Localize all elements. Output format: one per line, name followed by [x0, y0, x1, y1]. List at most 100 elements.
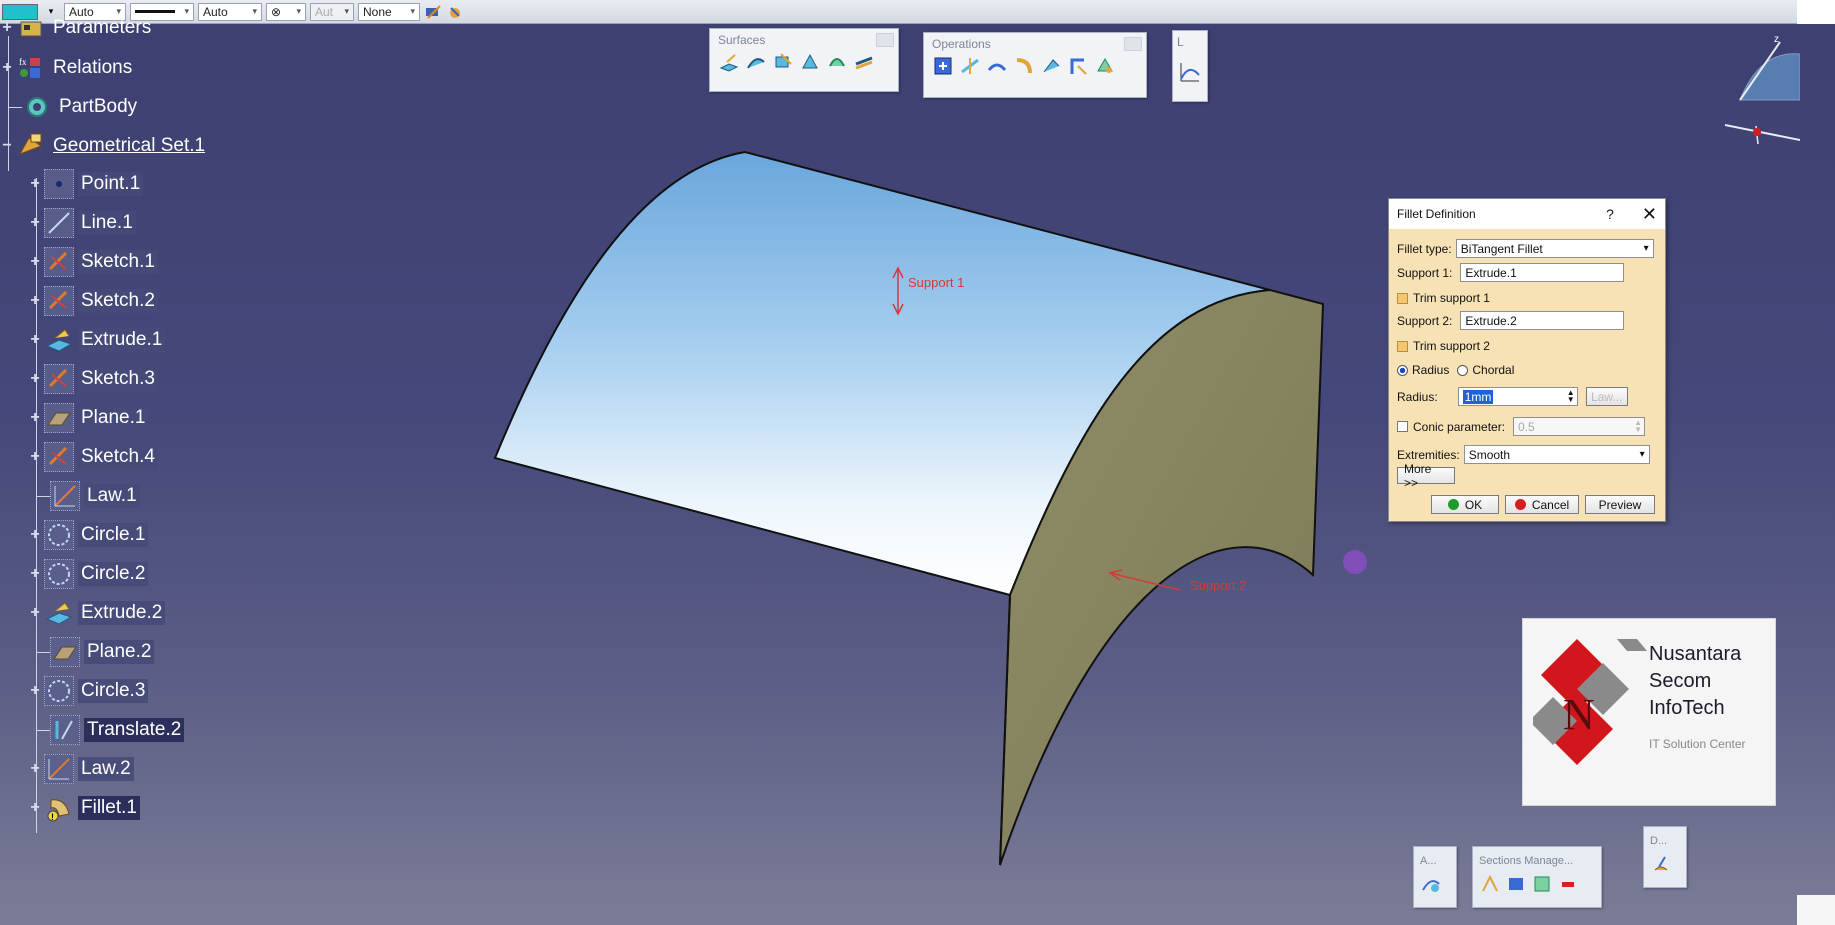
tree-item-law2[interactable]: + Law.2 [28, 753, 134, 785]
close-icon[interactable]: ✕ [1642, 204, 1657, 225]
tree-item-sketch3[interactable]: + Sketch.3 [28, 363, 158, 395]
fillet-type-dropdown[interactable]: BiTangent Fillet ▾ [1455, 239, 1654, 258]
extrude-icon[interactable] [718, 51, 740, 73]
tree-item-circle3[interactable]: + Circle.3 [28, 675, 149, 707]
sections-manager-toolbar[interactable]: Sections Manage... [1472, 846, 1602, 908]
compass-widget[interactable]: z [1720, 30, 1800, 150]
tree-item-translate2[interactable]: Translate.2 [28, 714, 185, 746]
analysis-icon[interactable] [1420, 873, 1442, 895]
translate-icon[interactable] [1040, 55, 1062, 77]
expand-icon[interactable]: + [28, 799, 42, 816]
section-view-icon[interactable] [1531, 873, 1553, 895]
preview-button[interactable]: Preview [1585, 495, 1655, 514]
expand-icon[interactable]: + [28, 214, 42, 231]
operations-toolbar[interactable]: Operations [923, 32, 1147, 98]
line-type-dropdown[interactable]: Auto ▾ [198, 2, 262, 21]
painter-icon[interactable] [424, 3, 442, 21]
surfaces-toolbar[interactable]: Surfaces [709, 28, 899, 92]
tree-item-plane2[interactable]: Plane.2 [28, 636, 155, 668]
tree-item-line1[interactable]: + Line.1 [28, 207, 136, 239]
expand-icon[interactable]: + [28, 604, 42, 621]
close-icon[interactable] [876, 33, 894, 47]
expand-icon[interactable]: + [0, 59, 14, 76]
tree-item-fillet1[interactable]: + ! Fillet.1 [28, 792, 140, 824]
tree-item-sketch2[interactable]: + Sketch.2 [28, 285, 158, 317]
svg-text:fx: fx [19, 57, 27, 67]
conic-checkbox[interactable] [1397, 421, 1408, 432]
sweep-icon[interactable] [745, 51, 767, 73]
conic-field[interactable]: 0.5 ▲ ▼ [1513, 417, 1646, 436]
fillet-icon[interactable] [1013, 55, 1035, 77]
law-button[interactable]: Law... [1585, 387, 1628, 406]
expand-icon[interactable]: + [28, 448, 42, 465]
tree-item-sketch4[interactable]: + Sketch.4 [28, 441, 158, 473]
expand-icon[interactable]: + [0, 19, 14, 36]
render-style-dropdown[interactable]: None ▾ [358, 2, 420, 21]
support2-field[interactable]: Extrude.2 [1460, 311, 1625, 330]
transform-icon[interactable] [1094, 55, 1116, 77]
window-edge [1797, 0, 1835, 24]
help-icon[interactable]: ? [1606, 206, 1614, 222]
tree-item-relations[interactable]: + fx Relations [0, 52, 135, 84]
brush-icon[interactable] [1650, 853, 1672, 875]
analysis-toolbar[interactable]: A... [1413, 846, 1457, 908]
radius-radio[interactable] [1397, 364, 1408, 376]
tree-item-sketch1[interactable]: + Sketch.1 [28, 246, 158, 278]
relations-icon: fx [16, 53, 46, 83]
expand-icon[interactable]: + [28, 760, 42, 777]
tree-item-partbody[interactable]: PartBody [0, 91, 140, 123]
fill-icon[interactable] [799, 51, 821, 73]
tree-item-law1[interactable]: Law.1 [28, 480, 140, 512]
tree-item-circle2[interactable]: + Circle.2 [28, 558, 149, 590]
section-cut-icon[interactable] [1505, 873, 1527, 895]
trim-support2-checkbox[interactable] [1397, 340, 1408, 352]
collapse-icon[interactable]: − [0, 137, 14, 154]
ok-button[interactable]: OK [1431, 495, 1499, 514]
join-icon[interactable] [932, 55, 954, 77]
expand-icon[interactable]: + [28, 292, 42, 309]
tree-item-circle1[interactable]: + Circle.1 [28, 519, 149, 551]
expand-icon[interactable]: + [28, 565, 42, 582]
spinner-icon[interactable]: ▲ ▼ [1567, 389, 1575, 404]
expand-icon[interactable]: + [28, 331, 42, 348]
close-icon[interactable] [1124, 37, 1142, 51]
more-button[interactable]: More >> [1397, 462, 1455, 490]
expand-icon[interactable]: + [28, 253, 42, 270]
d-toolbar[interactable]: D... [1643, 826, 1687, 888]
law-curve-icon[interactable] [1179, 61, 1201, 83]
section-delete-icon[interactable] [1557, 873, 1579, 895]
chordal-radio[interactable] [1457, 364, 1469, 376]
radius-field[interactable]: 1mm ▲ ▼ [1457, 387, 1578, 406]
tree-item-geometrical-set[interactable]: − Geometrical Set.1 [0, 130, 208, 162]
properties-icon[interactable] [446, 3, 464, 21]
tree-item-label: Circle.2 [78, 562, 149, 586]
expand-icon[interactable]: + [28, 409, 42, 426]
trim-support1-checkbox[interactable] [1397, 292, 1408, 304]
circle-icon [44, 676, 74, 706]
cancel-button[interactable]: Cancel [1505, 495, 1579, 514]
expand-icon[interactable]: + [28, 682, 42, 699]
spinner-icon[interactable]: ▲ ▼ [1634, 419, 1642, 434]
section-icon[interactable] [1479, 873, 1501, 895]
expand-icon[interactable]: + [28, 526, 42, 543]
trim-support1-row[interactable]: Trim support 1 [1397, 291, 1490, 305]
split-icon[interactable] [959, 55, 981, 77]
tree-item-extrude2[interactable]: + Extrude.2 [28, 597, 166, 629]
offset-icon[interactable] [772, 51, 794, 73]
point-symbol-dropdown[interactable]: ⊗ ▾ [266, 2, 306, 21]
boundary-icon[interactable] [986, 55, 1008, 77]
blend-icon[interactable] [853, 51, 875, 73]
multisection-icon[interactable] [826, 51, 848, 73]
trim-support2-row[interactable]: Trim support 2 [1397, 339, 1490, 353]
layer-dropdown[interactable]: Aut ▾ [310, 2, 354, 21]
tree-item-point1[interactable]: + Point.1 [28, 168, 144, 200]
tree-item-parameters[interactable]: + Parameters [0, 12, 154, 44]
tree-item-plane1[interactable]: + Plane.1 [28, 402, 149, 434]
extrapolate-icon[interactable] [1067, 55, 1089, 77]
expand-icon[interactable]: + [28, 175, 42, 192]
extremities-dropdown[interactable]: Smooth ▾ [1463, 445, 1650, 464]
support1-field[interactable]: Extrude.1 [1460, 263, 1625, 282]
expand-icon[interactable]: + [28, 370, 42, 387]
tree-item-extrude1[interactable]: + Extrude.1 [28, 324, 166, 356]
law-toolbar[interactable]: L [1172, 30, 1208, 102]
